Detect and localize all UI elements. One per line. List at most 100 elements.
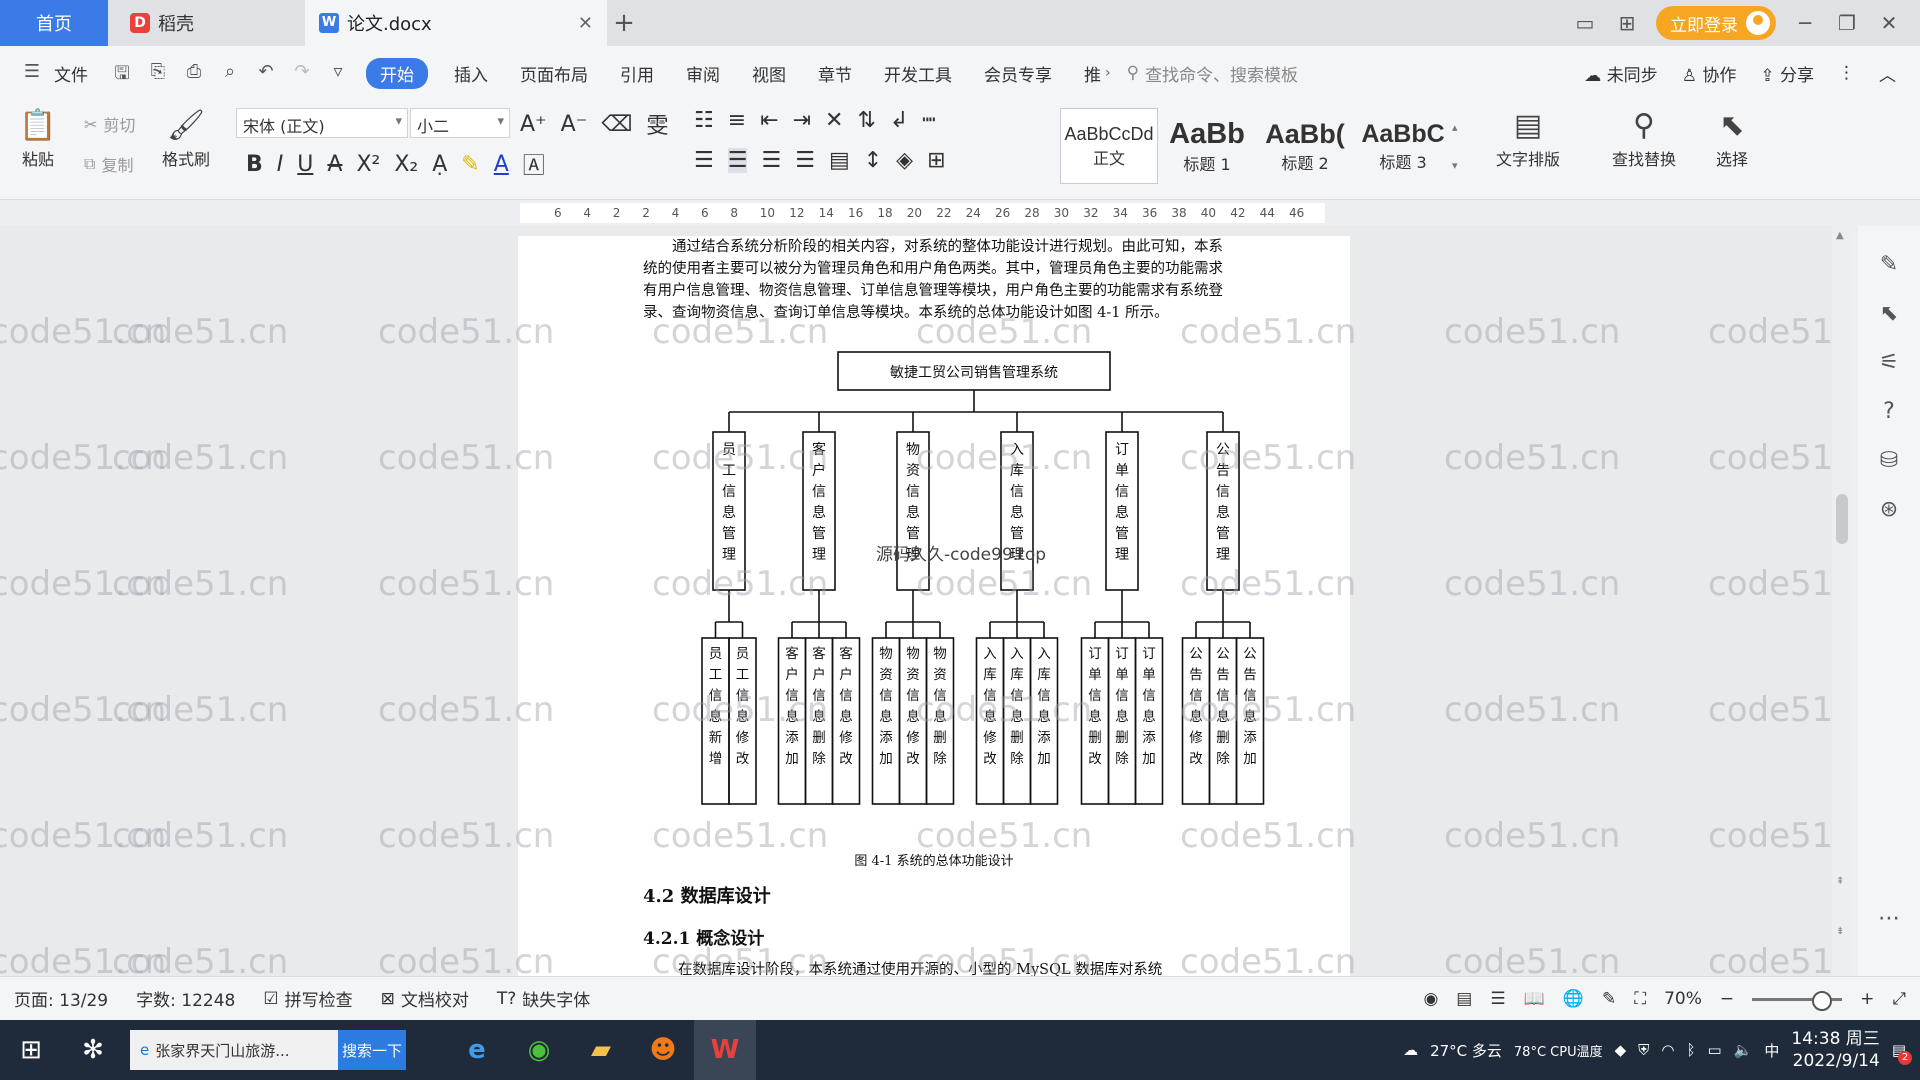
close-window-icon[interactable]: ✕ (1876, 11, 1902, 35)
style-heading-2[interactable]: AaBb( 标题 2 (1256, 108, 1354, 184)
clear-format-icon[interactable]: ⌫ (601, 112, 632, 137)
font-size-select[interactable]: 小二 (410, 108, 510, 138)
subscript-icon[interactable]: X₂ (394, 152, 418, 177)
align-left-icon[interactable]: ☰ (694, 148, 714, 173)
show-marks-icon[interactable]: ↲ (890, 108, 908, 133)
shading-icon[interactable]: ◈ (896, 148, 913, 173)
proofread-button[interactable]: ⊠ 文档校对 (381, 986, 469, 1012)
apps-grid-icon[interactable]: ⊞ (1614, 11, 1640, 35)
customize-dropdown-icon[interactable]: ▿ (326, 61, 350, 85)
wifi-icon[interactable]: ◠ (1661, 1041, 1674, 1059)
outline-view-icon[interactable]: ☰ (1490, 989, 1505, 1009)
prev-page-icon[interactable]: ⇞ (1836, 876, 1844, 887)
find-replace-button[interactable]: ⚲ 查找替换 (1612, 106, 1676, 170)
login-button[interactable]: 立即登录 (1656, 6, 1776, 40)
menu-review[interactable]: 审阅 (670, 61, 736, 86)
increase-indent-icon[interactable]: ⇥ (793, 108, 811, 133)
sync-button[interactable]: ☁ 未同步 (1584, 61, 1657, 86)
web-view-icon[interactable]: 🌐 (1563, 989, 1584, 1009)
align-right-icon[interactable]: ☰ (761, 148, 781, 173)
bold-icon[interactable]: B (246, 152, 263, 177)
taskbar-search-box[interactable]: e 张家界天门山旅游... (130, 1030, 338, 1070)
more-dots-icon[interactable]: ⋯ (1878, 906, 1900, 931)
copy-button[interactable]: ⧉ 复制 (84, 152, 133, 176)
save-icon[interactable]: 🖫 (110, 61, 134, 85)
pen-icon[interactable]: ✎ (1880, 252, 1898, 277)
style-up-icon[interactable]: ▴ (1452, 121, 1468, 134)
chinese-layout-icon[interactable]: ✕ (825, 108, 843, 133)
document-workspace[interactable]: 通过结合系统分析阶段的相关内容，对系统的整体功能设计进行规划。由此可知，本系统的… (0, 226, 1840, 976)
phonetic-icon[interactable]: 雯 (646, 108, 668, 140)
hamburger-icon[interactable]: ☰ (20, 61, 44, 85)
tray-app-icon[interactable]: ◆ (1615, 1041, 1627, 1059)
cut-button[interactable]: ✂ 剪切 (84, 112, 135, 136)
wps-button[interactable]: W (694, 1020, 756, 1080)
style-heading-3[interactable]: AaBbC 标题 3 (1354, 108, 1452, 184)
numbered-list-icon[interactable]: ≡ (728, 108, 746, 133)
menu-devtools[interactable]: 开发工具 (868, 61, 968, 86)
tab-icon[interactable]: ┉ (922, 108, 935, 133)
clock[interactable]: 14:38 周三 2022/9/14 (1791, 1028, 1879, 1072)
word-count[interactable]: 字数: 12248 (136, 986, 235, 1011)
media-app-button[interactable]: ☻ (632, 1020, 694, 1080)
menu-view[interactable]: 视图 (736, 61, 802, 86)
style-down-icon[interactable]: ▾ (1452, 159, 1468, 172)
tab-home[interactable]: 首页 (0, 0, 108, 46)
paste-button[interactable]: 📋 粘贴 (18, 106, 58, 170)
font-color-icon[interactable]: A (494, 152, 509, 177)
scrollbar-thumb[interactable] (1836, 494, 1848, 544)
taskbar-search-button[interactable]: 搜索一下 (338, 1030, 406, 1070)
missing-font-button[interactable]: T? 缺失字体 (497, 986, 590, 1012)
file-explorer-button[interactable]: ▰ (570, 1020, 632, 1080)
style-heading-1[interactable]: AaBb 标题 1 (1158, 108, 1256, 184)
menu-reference[interactable]: 引用 (604, 61, 670, 86)
ie-button[interactable]: e (446, 1020, 508, 1080)
pointer-icon[interactable]: ⬉ (1880, 301, 1898, 326)
font-family-select[interactable]: 宋体 (正文) (236, 108, 408, 138)
shield-icon[interactable]: ⛨ (1638, 1041, 1649, 1059)
zoom-slider[interactable] (1752, 990, 1843, 1011)
collapse-ribbon-icon[interactable]: ︿ (1879, 61, 1896, 86)
battery-icon[interactable]: ▭ (1708, 1041, 1722, 1059)
help-icon[interactable]: ? (1883, 399, 1895, 424)
underline-icon[interactable]: U (297, 152, 313, 177)
start-button[interactable]: ⊞ (0, 1020, 62, 1080)
bluetooth-icon[interactable]: ᛒ (1687, 1041, 1696, 1059)
text-effect-icon[interactable]: Ạ (432, 152, 447, 177)
read-view-icon[interactable]: 📖 (1524, 989, 1545, 1009)
share-button[interactable]: ⇪ 分享 (1760, 61, 1814, 86)
shrink-font-icon[interactable]: A⁻ (561, 112, 588, 137)
zoom-out-icon[interactable]: − (1720, 989, 1734, 1009)
zoom-level[interactable]: 70% (1664, 989, 1702, 1009)
ime-indicator[interactable]: 中 (1764, 1040, 1779, 1061)
bullet-list-icon[interactable]: ☷ (694, 108, 714, 133)
menu-start[interactable]: 开始 (366, 57, 428, 89)
print-icon[interactable]: ⎙ (182, 61, 206, 85)
menu-layout[interactable]: 页面布局 (504, 61, 604, 86)
menu-member[interactable]: 会员专享 (968, 61, 1068, 86)
justify-icon[interactable]: ☰ (795, 148, 815, 173)
volume-icon[interactable]: 🔈 (1734, 1041, 1753, 1059)
grow-font-icon[interactable]: A⁺ (520, 112, 547, 137)
menu-more[interactable]: 推 (1068, 61, 1105, 86)
next-page-icon[interactable]: ⇟ (1836, 926, 1844, 937)
cpu-temp[interactable]: 78°C CPU温度 (1514, 1041, 1603, 1060)
vertical-scrollbar[interactable]: ▲ ⇞ ⇟ (1832, 226, 1852, 976)
sort-icon[interactable]: ⇅ (857, 108, 875, 133)
compass-icon[interactable]: ⊛ (1880, 497, 1898, 522)
backup-icon[interactable]: ⛁ (1880, 448, 1898, 473)
align-center-icon[interactable]: ☰ (727, 148, 748, 173)
borders-icon[interactable]: ⊞ (927, 148, 945, 173)
strikethrough-icon[interactable]: A (327, 152, 342, 177)
redo-icon[interactable]: ↷ (290, 61, 314, 85)
select-button[interactable]: ⬉ 选择 (1712, 106, 1752, 170)
scroll-up-icon[interactable]: ▲ (1836, 230, 1844, 241)
format-painter-button[interactable]: 🖌 格式刷 (162, 106, 210, 170)
fit-page-icon[interactable]: ⛶ (1634, 989, 1646, 1009)
undo-icon[interactable]: ↶ (254, 61, 278, 85)
weather-text[interactable]: 27°C 多云 (1430, 1040, 1502, 1061)
pinwheel-app-button[interactable]: ✻ (62, 1020, 124, 1080)
collab-button[interactable]: ♙ 协作 (1682, 61, 1737, 86)
eye-icon[interactable]: ◉ (1423, 989, 1438, 1009)
superscript-icon[interactable]: X² (356, 152, 380, 177)
